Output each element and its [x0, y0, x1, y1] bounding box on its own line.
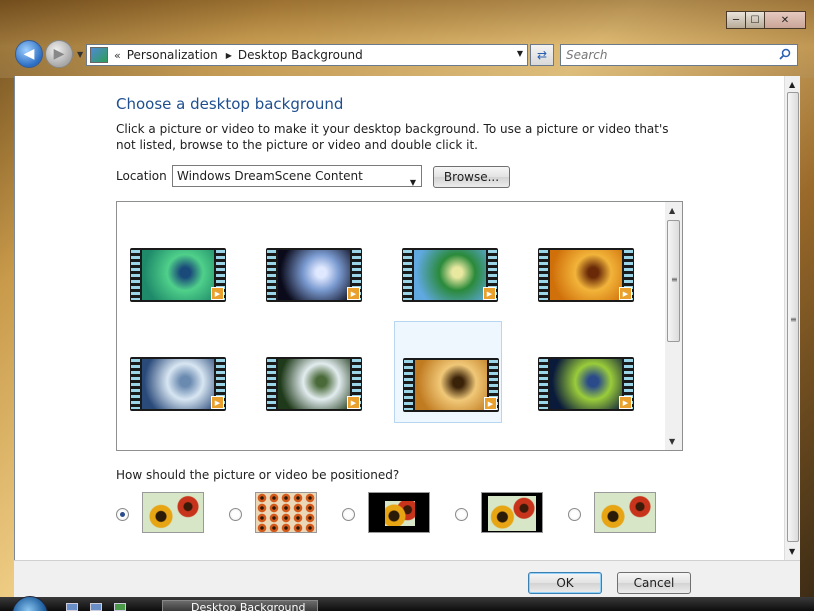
window-scroll-thumb[interactable]: ≡: [787, 92, 799, 542]
gallery-item-autumn-leaves[interactable]: ▶: [530, 212, 638, 314]
address-bar[interactable]: « Personalization ▶ Desktop Background ▼: [86, 44, 528, 66]
dialog-footer: OK Cancel: [14, 560, 800, 597]
video-thumbnail-icon: ▶: [538, 248, 634, 302]
play-icon: ▶: [211, 287, 224, 300]
video-thumbnail-icon: ▶: [403, 358, 499, 412]
gallery-item-ice-mountain[interactable]: ▶: [122, 321, 230, 423]
navigation-buttons: ◀ ▶ ▼: [15, 40, 83, 68]
background-gallery[interactable]: ▶ ▶ ▶ ▶ ▶ ▶ ▶ ▶ ▲ ≡ ▼: [116, 201, 683, 451]
search-placeholder: Search: [566, 48, 608, 62]
browser-icon[interactable]: [114, 603, 126, 611]
location-dropdown[interactable]: Windows DreamScene Content ▼: [172, 165, 422, 187]
play-icon: ▶: [619, 396, 632, 409]
window-controls: ─ ☐ ✕: [726, 11, 806, 29]
gallery-item-light-rays[interactable]: ▶: [258, 212, 366, 314]
play-icon: ▶: [619, 287, 632, 300]
cancel-button[interactable]: Cancel: [617, 572, 691, 594]
play-icon: ▶: [347, 396, 360, 409]
fill-preview-icon[interactable]: [142, 492, 204, 533]
maximize-button[interactable]: ☐: [745, 11, 765, 29]
position-options: [116, 490, 676, 534]
page-description: Click a picture or video to make it your…: [116, 122, 669, 152]
video-thumbnail-icon: ▶: [130, 248, 226, 302]
arrow-right-icon: ▶: [53, 46, 65, 62]
location-label: Location: [116, 169, 167, 183]
scroll-down-icon[interactable]: ▼: [789, 547, 795, 556]
tile-preview-icon[interactable]: [255, 492, 317, 533]
taskbar-window-button[interactable]: Desktop Background: [162, 600, 318, 611]
recent-pages-button[interactable]: ▼: [77, 50, 83, 59]
window-scrollbar[interactable]: ▲ ≡ ▼: [784, 76, 800, 560]
close-button[interactable]: ✕: [764, 11, 806, 29]
location-value: Windows DreamScene Content: [177, 169, 363, 183]
arrow-left-icon: ◀: [23, 46, 35, 62]
gallery-item-night-lanterns[interactable]: ▶: [530, 321, 638, 423]
breadcrumb-personalization[interactable]: Personalization: [127, 48, 218, 62]
video-thumbnail-icon: ▶: [266, 357, 362, 411]
refresh-icon: ⇄: [536, 48, 548, 62]
scroll-up-icon[interactable]: ▲: [669, 206, 675, 215]
fit-preview-icon[interactable]: [594, 492, 656, 533]
gallery-item-leaf[interactable]: ▶: [394, 212, 502, 314]
center-preview-icon[interactable]: [368, 492, 430, 533]
video-thumbnail-icon: ▶: [402, 248, 498, 302]
search-icon[interactable]: [779, 48, 791, 60]
gallery-item-aurora[interactable]: ▶: [122, 212, 230, 314]
content-pane: Choose a desktop background Click a pict…: [14, 76, 800, 560]
breadcrumb-overflow[interactable]: «: [114, 49, 121, 62]
window-title-area: [0, 0, 814, 78]
gallery-scroll-thumb[interactable]: ≡: [667, 220, 680, 342]
breadcrumb-separator[interactable]: ▶: [226, 51, 232, 60]
tile-radio[interactable]: [229, 508, 242, 521]
breadcrumb-desktop-background[interactable]: Desktop Background: [238, 48, 363, 62]
show-desktop-icon[interactable]: [66, 603, 78, 611]
browse-button[interactable]: Browse...: [433, 166, 510, 188]
fill-radio[interactable]: [116, 508, 129, 521]
play-icon: ▶: [211, 396, 224, 409]
position-question: How should the picture or video be posit…: [116, 468, 400, 482]
stretch-preview-icon[interactable]: [481, 492, 543, 533]
gallery-scrollbar[interactable]: ▲ ≡ ▼: [665, 202, 682, 450]
control-panel-icon: [90, 47, 108, 63]
minimize-button[interactable]: ─: [726, 11, 746, 29]
play-icon: ▶: [484, 397, 497, 410]
video-thumbnail-icon: ▶: [266, 248, 362, 302]
ok-button[interactable]: OK: [528, 572, 602, 594]
fit-radio[interactable]: [568, 508, 581, 521]
back-button[interactable]: ◀: [15, 40, 43, 68]
scroll-down-icon[interactable]: ▼: [669, 437, 675, 446]
gallery-item-flowers[interactable]: ▶: [394, 321, 502, 423]
center-radio[interactable]: [342, 508, 355, 521]
address-history-dropdown[interactable]: ▼: [517, 49, 523, 58]
video-thumbnail-icon: ▶: [130, 357, 226, 411]
chevron-down-icon: ▼: [409, 178, 416, 187]
play-icon: ▶: [483, 287, 496, 300]
stretch-radio[interactable]: [455, 508, 468, 521]
switch-windows-icon[interactable]: [90, 603, 102, 611]
scroll-up-icon[interactable]: ▲: [789, 80, 795, 89]
page-title: Choose a desktop background: [116, 95, 344, 113]
refresh-button[interactable]: ⇄: [530, 44, 554, 66]
play-icon: ▶: [347, 287, 360, 300]
forward-button[interactable]: ▶: [45, 40, 73, 68]
search-input[interactable]: Search: [560, 44, 798, 66]
gallery-item-waterfall[interactable]: ▶: [258, 321, 366, 423]
video-thumbnail-icon: ▶: [538, 357, 634, 411]
